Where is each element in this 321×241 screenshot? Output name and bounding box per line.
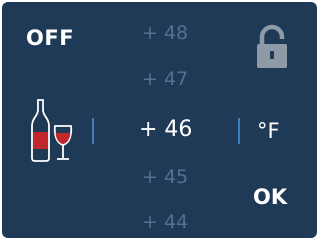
right-separator [238, 118, 240, 144]
ok-button[interactable]: OK [253, 185, 287, 209]
temperature-option[interactable]: + 47 [142, 68, 194, 90]
off-button[interactable]: OFF [26, 26, 74, 50]
selected-temperature[interactable]: + 46 [139, 117, 192, 142]
temperature-option[interactable]: + 44 [142, 211, 194, 233]
left-separator [92, 118, 94, 144]
temperature-control-panel: OFF + 48 + 47 + 46 + 45 + 44 °F OK [2, 2, 317, 238]
temperature-option[interactable]: + 48 [142, 22, 194, 44]
temperature-option[interactable]: + 45 [142, 166, 194, 188]
wine-bottle-and-glass-icon [31, 99, 73, 162]
lock-icon[interactable] [255, 24, 289, 70]
unit-label-fahrenheit: °F [257, 119, 280, 143]
